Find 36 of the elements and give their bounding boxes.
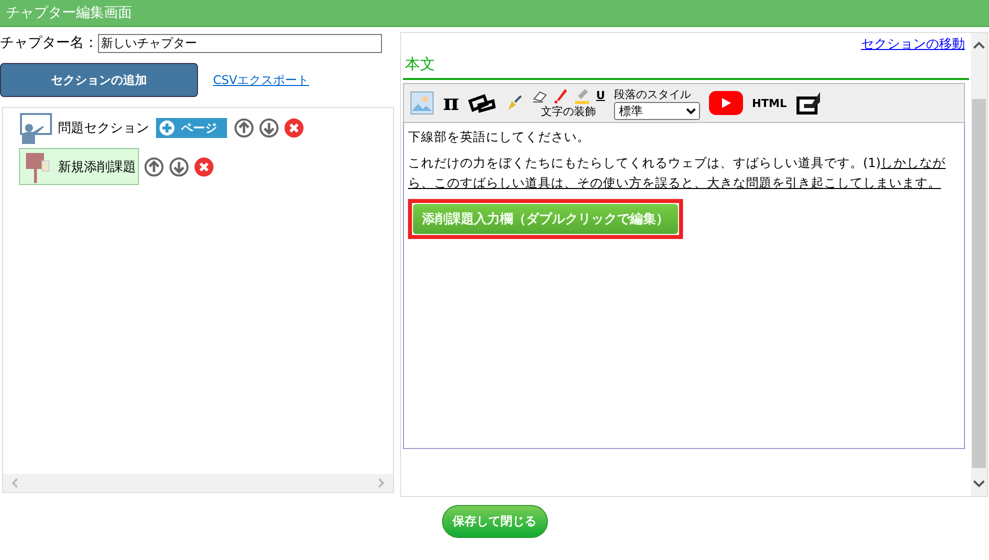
paragraph: これだけの力をぼくたちにもたらしてくれるウェブは、すばらしい道具です。(1)しかしながら、このすばらしい道具は、その使い方を誤ると、大きな問題を引き起こしてしまいます。 [408, 154, 947, 192]
toolbar-label: 段落のスタイル [614, 86, 692, 102]
html-button[interactable]: HTML [752, 96, 787, 110]
window-title: チャプター編集画面 [0, 0, 989, 27]
text-editor[interactable]: 下線部を英語にしてください。 これだけの力をぼくたちにもたらしてくれるウェブは、すばらしい道具です。(1)しかしながら、このすばらしい道具は、その使い方を誤ると、大きな問題を引き起こしてしまいます。 添削課題入力欄（ダブルクリックで編集） [403, 123, 965, 449]
underline-button[interactable]: U [596, 89, 606, 102]
delete-icon[interactable] [194, 156, 214, 176]
delete-icon[interactable] [284, 118, 304, 138]
csv-export-link[interactable]: CSVエクスポート [213, 72, 310, 88]
tree-item[interactable]: 新規添削課題 [19, 148, 139, 185]
link-shapes-icon[interactable] [468, 93, 496, 113]
move-up-icon[interactable] [234, 118, 254, 138]
chapter-name-field[interactable]: 新しいチャプター [98, 34, 382, 52]
scrollbar-thumb[interactable] [972, 99, 986, 468]
add-section-button[interactable]: セクションの追加 [0, 63, 198, 97]
section-heading: 本文 [403, 53, 969, 80]
video-play-icon[interactable] [709, 91, 744, 115]
tree-item-label: 問題セクション [58, 120, 149, 137]
paragraph: 下線部を英語にしてください。 [408, 128, 591, 146]
toolbar-label: 文字の装飾 [541, 104, 596, 118]
eraser-icon[interactable] [532, 88, 548, 102]
move-section-link[interactable]: セクションの移動 [861, 35, 965, 53]
tree-item[interactable]: 問題セクション ページ [19, 112, 393, 144]
scroll-down-icon[interactable] [973, 480, 985, 488]
formula-button[interactable]: π [443, 90, 460, 116]
move-up-icon[interactable] [144, 156, 164, 176]
brush-icon[interactable] [505, 94, 524, 112]
move-down-icon[interactable] [259, 118, 279, 138]
scroll-up-icon[interactable] [973, 41, 985, 49]
move-down-icon[interactable] [169, 156, 189, 176]
field-label: チャプター名： [0, 34, 98, 52]
marker-icon[interactable] [554, 88, 568, 104]
plus-icon [159, 120, 175, 136]
teacher-icon [19, 112, 53, 144]
paragraph-style-select[interactable]: 標準 [614, 102, 700, 120]
tree-item-label: 新規添削課題 [58, 158, 136, 176]
